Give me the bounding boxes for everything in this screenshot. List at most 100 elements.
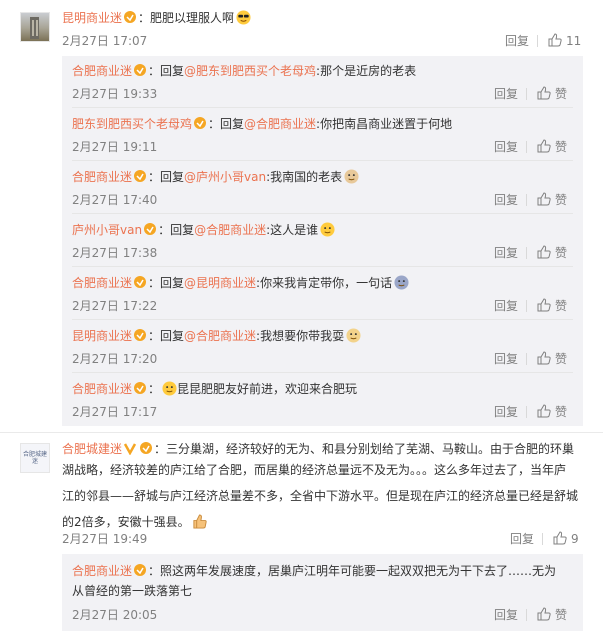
fan-badge-icon (134, 382, 147, 394)
reply-list (62, 56, 583, 426)
reply-mention-link[interactable]: @合肥商业迷 (244, 117, 316, 131)
reply-button[interactable]: 回复 (494, 607, 518, 623)
thumbs-up-icon (537, 245, 551, 259)
thumbs-up-icon (537, 298, 551, 312)
reply-divider (72, 319, 573, 320)
reply-time: 2月27日 19:11 (72, 140, 158, 154)
action-divider (526, 609, 527, 621)
action-divider (526, 194, 527, 206)
reply-mention-link[interactable]: @合肥商业迷 (194, 223, 266, 237)
reply-username[interactable]: 肥东到肥西买个老母鸡 (72, 117, 192, 131)
reply-username[interactable]: 合肥商业迷 (72, 64, 132, 78)
like-button[interactable]: 11 (548, 33, 581, 49)
reply-button[interactable]: 回复 (510, 531, 534, 547)
reply-username[interactable]: 昆明商业迷 (72, 329, 132, 343)
reply-prefix: ：回复 (148, 276, 185, 290)
like-label: 赞 (555, 193, 568, 207)
like-label: 赞 (555, 608, 568, 622)
like-count: 9 (571, 532, 579, 546)
comment-divider (0, 432, 603, 433)
reply-text-line: 照这两年发展速度，居巢庐江明年可能要一起双双把无为干下去了……无为 (160, 564, 557, 578)
reply-time: 2月27日 20:05 (72, 608, 158, 622)
fan-badge-icon (134, 564, 147, 576)
dog-emoji-icon (344, 169, 359, 184)
reply-time: 2月27日 17:40 (72, 193, 158, 207)
reply-prefix: ：回复 (148, 64, 185, 78)
reply-button[interactable]: 回复 (494, 139, 518, 155)
reply-divider (72, 213, 573, 214)
like-button[interactable]: 赞 (537, 245, 567, 261)
action-divider (537, 35, 538, 47)
action-divider (542, 533, 543, 545)
like-label: 赞 (555, 87, 568, 101)
reply-divider (72, 372, 573, 373)
thinking-emoji-icon (320, 222, 335, 237)
dizzy-emoji-icon (394, 275, 409, 290)
reply-text: :你来我肯定带你，一句话 (256, 276, 393, 290)
comment-time: 2月27日 19:49 (62, 532, 148, 546)
fan-badge-icon (140, 442, 153, 454)
reply-time: 2月27日 17:17 (72, 405, 158, 419)
verified-v-icon (123, 443, 137, 455)
comment-text-line: 的2倍多，安徽十强县。 (62, 515, 190, 529)
comment-text-line: 江的邻县——舒城与庐江经济总量差不多，全省中下游水平。但是现在庐江的经济总量已经… (62, 489, 579, 503)
action-divider (526, 88, 527, 100)
like-button[interactable]: 赞 (537, 192, 567, 208)
like-button[interactable]: 赞 (537, 607, 567, 623)
reply-mention-link[interactable]: @合肥商业迷 (184, 329, 256, 343)
reply-mention-link[interactable]: @庐州小哥van (184, 170, 266, 184)
thumbs-up-icon (537, 139, 551, 153)
reply-username[interactable]: 庐州小哥van (72, 223, 142, 237)
reply-text: :我想要你带我耍 (256, 329, 345, 343)
grin-emoji-icon (162, 381, 177, 396)
comment-username[interactable]: 昆明商业迷 (62, 11, 122, 25)
reply-prefix: ：回复 (158, 223, 195, 237)
reply-text: :我南国的老表 (266, 170, 343, 184)
avatar[interactable] (20, 12, 50, 42)
like-button[interactable]: 赞 (537, 298, 567, 314)
fan-badge-icon (134, 170, 147, 182)
reply-mention-link[interactable]: @肥东到肥西买个老母鸡 (184, 64, 316, 78)
reply-button[interactable]: 回复 (505, 33, 529, 49)
reply-username[interactable]: 合肥商业迷 (72, 276, 132, 290)
reply-text: :那个是近房的老表 (316, 64, 417, 78)
thumbs-up-icon (548, 33, 562, 47)
comment-sep: ： (154, 442, 167, 456)
comment-username[interactable]: 合肥城建迷 (62, 442, 122, 456)
reply-prefix: ：回复 (148, 329, 185, 343)
reply-button[interactable]: 回复 (494, 298, 518, 314)
reply-button[interactable]: 回复 (494, 245, 518, 261)
like-label: 赞 (555, 299, 568, 313)
reply-button[interactable]: 回复 (494, 86, 518, 102)
reply-text-line: 从曾经的第一跌落第七 (72, 584, 193, 598)
like-button[interactable]: 赞 (537, 404, 567, 420)
reply-time: 2月27日 17:22 (72, 299, 158, 313)
reply-time: 2月27日 17:20 (72, 352, 158, 366)
cool-emoji-icon (236, 10, 251, 25)
reply-username[interactable]: 合肥商业迷 (72, 564, 132, 578)
reply-divider (72, 160, 573, 161)
like-label: 赞 (555, 140, 568, 154)
action-divider (526, 247, 527, 259)
reply-button[interactable]: 回复 (494, 192, 518, 208)
thumbs-up-emoji-icon (193, 514, 207, 529)
like-button[interactable]: 赞 (537, 351, 567, 367)
action-divider (526, 406, 527, 418)
fan-badge-icon (134, 329, 147, 341)
like-button[interactable]: 赞 (537, 86, 567, 102)
reply-username[interactable]: 合肥商业迷 (72, 382, 132, 396)
reply-username[interactable]: 合肥商业迷 (72, 170, 132, 184)
avatar[interactable]: 合肥城建迷 (20, 443, 50, 473)
reply-button[interactable]: 回复 (494, 404, 518, 420)
reply-divider (72, 107, 573, 108)
like-button[interactable]: 9 (553, 531, 579, 547)
thumbs-up-icon (553, 531, 567, 545)
like-button[interactable]: 赞 (537, 139, 567, 155)
reply-prefix: ： (148, 382, 161, 396)
reply-time: 2月27日 17:38 (72, 246, 158, 260)
fan-badge-icon (194, 117, 207, 129)
comment-time: 2月27日 17:07 (62, 34, 148, 48)
reply-mention-link[interactable]: @昆明商业迷 (184, 276, 256, 290)
thumbs-up-icon (537, 192, 551, 206)
reply-button[interactable]: 回复 (494, 351, 518, 367)
